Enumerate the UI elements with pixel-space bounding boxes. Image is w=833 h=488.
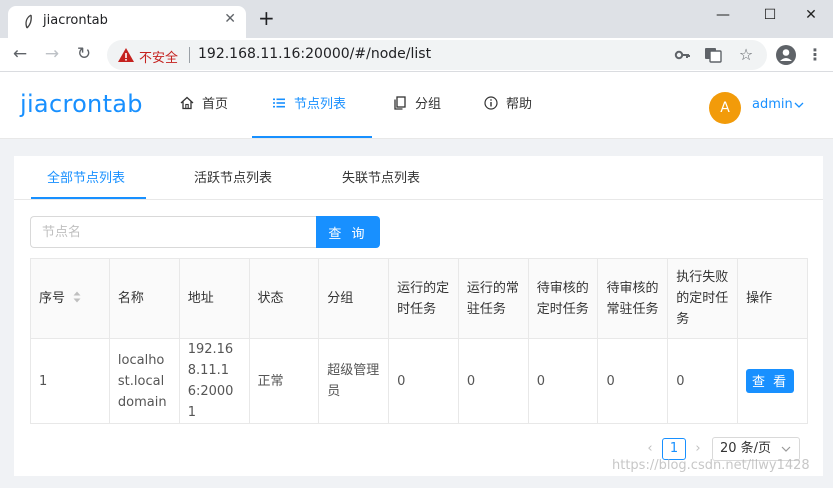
view-button[interactable]: 查 看 — [746, 368, 795, 393]
cell-group: 超级管理员 — [318, 338, 390, 424]
star-icon[interactable]: ☆ — [737, 46, 755, 64]
nav-help-label: 帮助 — [506, 97, 533, 112]
close-icon[interactable]: ✕ — [224, 11, 236, 27]
nav-help[interactable]: 帮助 — [484, 72, 532, 138]
security-label[interactable]: 不安全 — [139, 47, 178, 66]
column-header-index[interactable]: 序号 — [30, 258, 110, 339]
pagination-page-1[interactable]: 1 — [662, 438, 686, 460]
page-size-value: 20 条/页 — [720, 441, 772, 456]
active-tab-indicator — [31, 197, 146, 199]
tab-title: jiacrontab — [43, 13, 108, 28]
column-header-address: 地址 — [178, 258, 250, 339]
node-tabs: 全部节点列表 活跃节点列表 失联节点列表 — [14, 156, 823, 200]
pagination-prev[interactable]: ‹ — [640, 439, 660, 459]
cell-actions: 查 看 — [737, 338, 808, 424]
cell-index: 1 — [30, 338, 110, 424]
column-header-actions: 操作 — [737, 258, 808, 339]
table-row: 1 localhost.localdomain 192.168.11.16:20… — [30, 338, 808, 424]
forward-arrow-icon[interactable]: → — [40, 42, 64, 66]
node-list-card: 全部节点列表 活跃节点列表 失联节点列表 查 询 序号 名称 地址 状态 分组 … — [14, 156, 823, 476]
key-icon[interactable] — [673, 46, 691, 64]
app-logo[interactable]: jiacrontab — [20, 90, 143, 118]
address-bar[interactable]: 不安全 192.168.11.16:20000/#/node/list ☆ — [107, 40, 767, 70]
account-icon[interactable] — [774, 43, 798, 67]
tab-active-nodes[interactable]: 活跃节点列表 — [194, 156, 272, 200]
nav-node-list[interactable]: 节点列表 — [252, 72, 372, 138]
plus-icon[interactable]: + — [258, 6, 275, 30]
leaf-icon — [25, 14, 32, 29]
column-header-daemon-running: 运行的常驻任务 — [457, 258, 529, 339]
tab-all-nodes[interactable]: 全部节点列表 — [47, 156, 125, 200]
column-header-timer-failed: 执行失败的定时任务 — [667, 258, 739, 339]
column-header-name: 名称 — [108, 258, 180, 339]
nav-groups-label: 分组 — [415, 97, 442, 112]
nav-home[interactable]: 首页 — [180, 72, 228, 138]
minimize-icon[interactable]: — — [701, 0, 745, 30]
browser-toolbar: ← → ↻ 不安全 192.168.11.16:20000/#/node/lis… — [0, 38, 833, 72]
warning-icon — [118, 48, 134, 62]
avatar[interactable]: A — [709, 92, 741, 124]
cell-timer-failed: 0 — [667, 338, 739, 424]
column-header-status: 状态 — [248, 258, 320, 339]
nav-node-list-label: 节点列表 — [294, 97, 347, 112]
nav-groups[interactable]: 分组 — [393, 72, 441, 138]
chevron-down-icon — [781, 446, 791, 452]
node-search-input[interactable] — [30, 216, 316, 248]
cell-daemon-running: 0 — [457, 338, 529, 424]
node-table: 序号 名称 地址 状态 分组 运行的定时任务 运行的常驻任务 待审核的定时任务 … — [30, 258, 808, 424]
list-icon — [273, 98, 285, 108]
column-header-timer-running: 运行的定时任务 — [388, 258, 459, 339]
home-icon — [180, 96, 194, 110]
cell-address: 192.168.11.16:20001 — [178, 338, 250, 424]
search-button[interactable]: 查 询 — [316, 216, 380, 248]
cell-timer-running: 0 — [388, 338, 459, 424]
back-arrow-icon[interactable]: ← — [8, 42, 32, 66]
sort-icon[interactable] — [73, 291, 81, 303]
browser-tabstrip: jiacrontab ✕ + — ☐ ✕ — [0, 0, 833, 38]
table-header-row: 序号 名称 地址 状态 分组 运行的定时任务 运行的常驻任务 待审核的定时任务 … — [30, 258, 808, 339]
maximize-icon[interactable]: ☐ — [748, 0, 792, 30]
user-menu[interactable]: admin — [752, 97, 793, 112]
pagination-next[interactable]: › — [688, 439, 708, 459]
address-divider — [189, 47, 190, 63]
menu-icon[interactable]: ⋮ — [803, 43, 827, 67]
tab-lost-nodes[interactable]: 失联节点列表 — [342, 156, 420, 200]
cell-timer-audit: 0 — [527, 338, 599, 424]
column-header-timer-audit: 待审核的定时任务 — [527, 258, 599, 339]
translate-icon[interactable] — [704, 46, 722, 64]
column-header-group: 分组 — [318, 258, 390, 339]
browser-tab[interactable]: jiacrontab ✕ — [8, 6, 246, 38]
app-header: jiacrontab 首页 节点列表 分组 帮助 A admin — [0, 72, 833, 139]
window-close-icon[interactable]: ✕ — [789, 0, 833, 30]
watermark: https://blog.csdn.net/llwy1428 — [612, 458, 810, 473]
nav-home-label: 首页 — [202, 97, 229, 112]
column-header-daemon-audit: 待审核的常驻任务 — [597, 258, 669, 339]
chevron-down-icon[interactable] — [794, 100, 804, 110]
cell-name: localhost.localdomain — [108, 338, 180, 424]
info-icon — [484, 96, 498, 110]
copy-icon — [394, 96, 406, 110]
url-text[interactable]: 192.168.11.16:20000/#/node/list — [198, 46, 431, 62]
cell-daemon-audit: 0 — [597, 338, 669, 424]
cell-status: 正常 — [248, 338, 320, 424]
reload-icon[interactable]: ↻ — [72, 42, 96, 66]
